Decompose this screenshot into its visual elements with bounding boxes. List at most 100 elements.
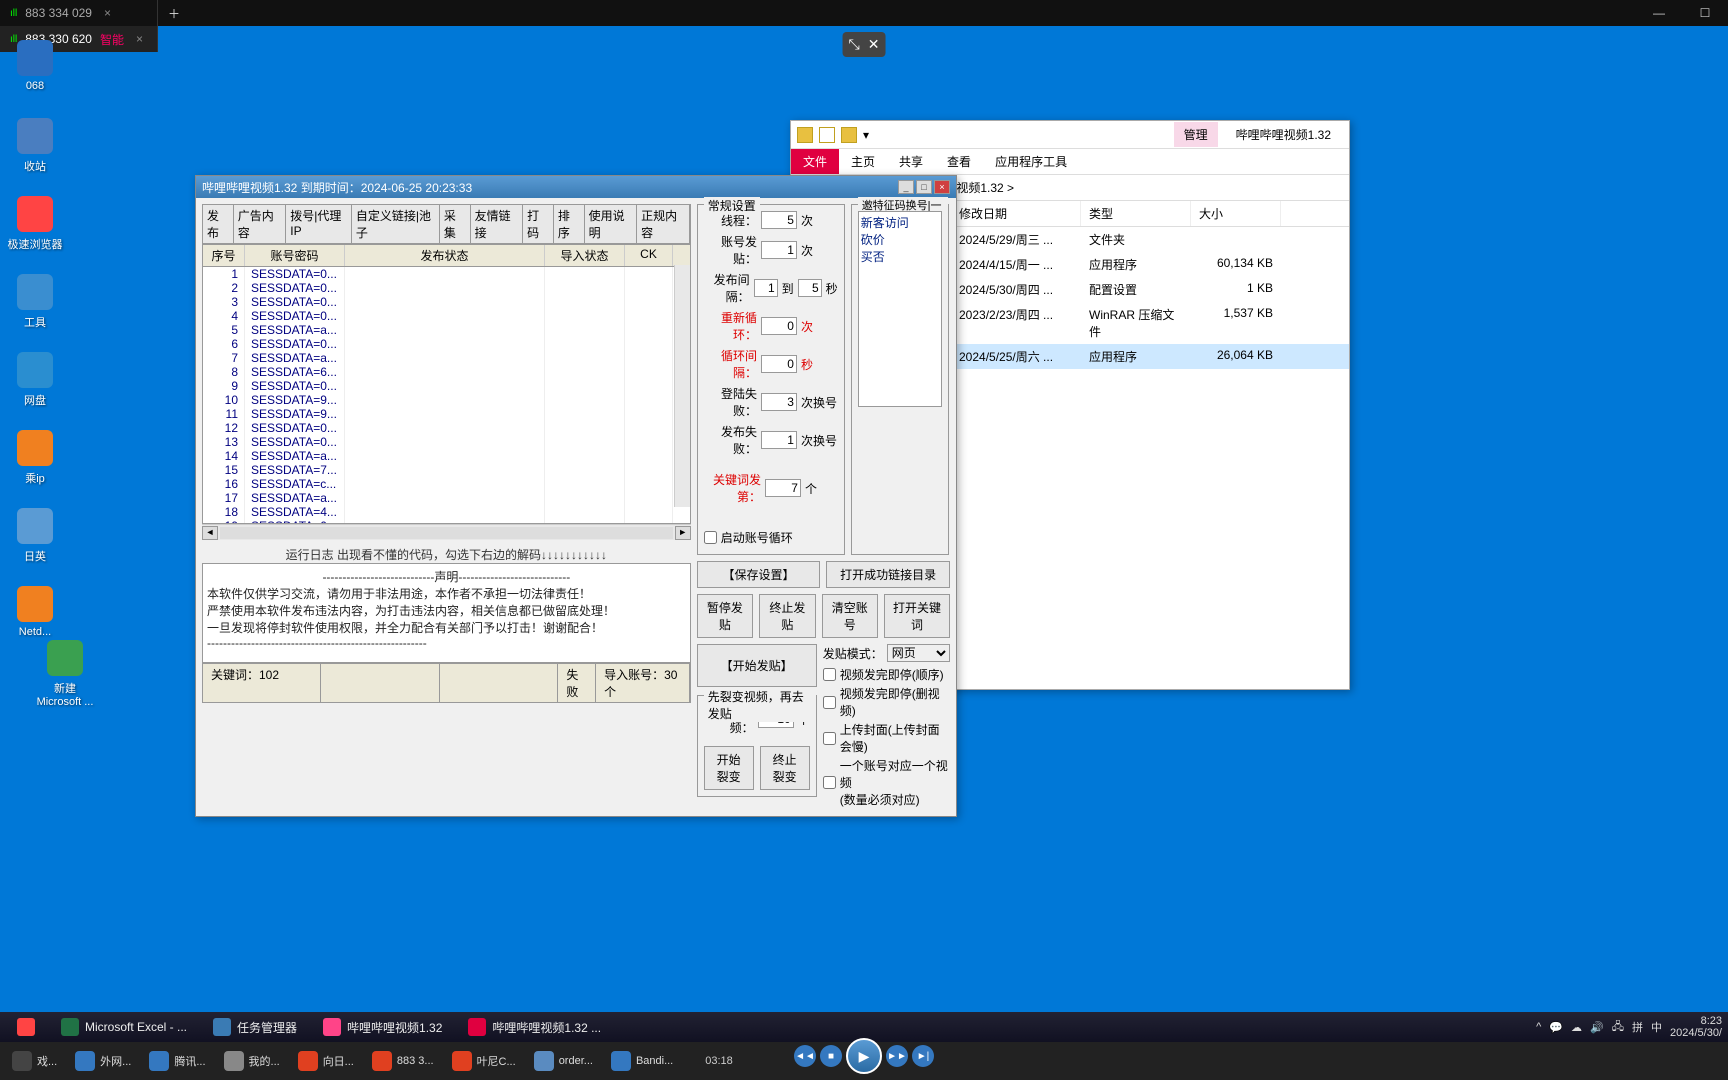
app-tab-7[interactable]: 排序 <box>554 205 585 243</box>
app-tab-3[interactable]: 自定义链接|池子 <box>352 205 440 243</box>
media-next-button[interactable]: ►► <box>886 1045 908 1067</box>
app-tab-6[interactable]: 打码 <box>523 205 554 243</box>
auto-loop-checkbox[interactable] <box>704 531 717 544</box>
minimize-icon[interactable]: _ <box>898 180 914 194</box>
tray-volume-icon[interactable]: 🔊 <box>1590 1021 1604 1034</box>
post-option-checkbox-1[interactable] <box>823 696 836 709</box>
col-type[interactable]: 类型 <box>1081 201 1191 226</box>
session-tab-1[interactable]: ıll883 334 029× <box>0 0 158 26</box>
post-option-checkbox-0[interactable] <box>823 668 836 681</box>
maximize-button[interactable]: ☐ <box>1682 0 1728 26</box>
pin-icon[interactable]: ⤡ <box>849 36 860 53</box>
grid-row[interactable]: 9SESSDATA=0... <box>203 379 690 393</box>
grid-row[interactable]: 12SESSDATA=0... <box>203 421 690 435</box>
grid-row[interactable]: 16SESSDATA=c... <box>203 477 690 491</box>
post-fail-input[interactable] <box>761 431 797 449</box>
ribbon-contextual-manage[interactable]: 管理 <box>1174 122 1218 147</box>
col-account[interactable]: 账号密码 <box>245 245 345 266</box>
desktop-icon-2[interactable]: 极速浏览器 <box>5 196 65 252</box>
login-fail-input[interactable] <box>761 393 797 411</box>
horizontal-scrollbar[interactable]: ◄ ► <box>202 524 691 540</box>
desktop-icon-3[interactable]: 工具 <box>5 274 65 330</box>
desktop-icon-6[interactable]: 日英 <box>5 508 65 564</box>
media-stop-button[interactable]: ■ <box>820 1045 842 1067</box>
col-ck[interactable]: CK <box>625 245 673 266</box>
loop-gap-input[interactable] <box>761 355 797 373</box>
close-icon[interactable]: × <box>934 180 950 194</box>
taskbar2-item-4[interactable]: 向日... <box>292 1049 360 1073</box>
taskbar-item-2[interactable]: 任务管理器 <box>202 1015 308 1039</box>
taskbar2-item-7[interactable]: order... <box>528 1049 599 1073</box>
explorer-titlebar[interactable]: ▾ 管理 哔哩哔哩视频1.32 <box>791 121 1349 149</box>
app-tab-2[interactable]: 拨号|代理IP <box>286 205 352 243</box>
taskbar-item-4[interactable]: 哔哩哔哩视频1.32 ... <box>457 1015 612 1039</box>
desktop-icon-0[interactable]: 068 <box>5 40 65 92</box>
tray-ime-icon[interactable]: 拼 <box>1632 1019 1643 1035</box>
chevron-down-icon[interactable]: ▾ <box>863 128 869 142</box>
app-tab-5[interactable]: 友情链接 <box>471 205 524 243</box>
taskbar2-item-0[interactable]: 戏... <box>6 1049 63 1073</box>
grid-row[interactable]: 5SESSDATA=a... <box>203 323 690 337</box>
tray-net-icon[interactable]: 🖧 <box>1612 1018 1624 1037</box>
post-mode-select[interactable]: 网页 <box>887 644 950 662</box>
grid-row[interactable]: 10SESSDATA=9... <box>203 393 690 407</box>
desktop-icon-1[interactable]: 收站 <box>5 118 65 174</box>
desktop-icon-5[interactable]: 乘ip <box>5 430 65 486</box>
desktop-icon-4[interactable]: 网盘 <box>5 352 65 408</box>
grid-row[interactable]: 6SESSDATA=0... <box>203 337 690 351</box>
grid-row[interactable]: 2SESSDATA=0... <box>203 281 690 295</box>
media-play-button[interactable]: ▶ <box>846 1038 882 1074</box>
kw-nth-input[interactable] <box>765 479 801 497</box>
save-settings-button[interactable]: 【保存设置】 <box>697 561 821 588</box>
tab-close-icon[interactable]: × <box>100 6 115 20</box>
grid-row[interactable]: 11SESSDATA=9... <box>203 407 690 421</box>
col-date[interactable]: 修改日期 <box>951 201 1081 226</box>
tab-close-icon[interactable]: × <box>132 32 147 46</box>
taskbar-item-3[interactable]: 哔哩哔哩视频1.32 <box>312 1015 453 1039</box>
app-tab-9[interactable]: 正规内容 <box>637 205 690 243</box>
reloop-input[interactable] <box>761 317 797 335</box>
grid-row[interactable]: 7SESSDATA=a... <box>203 351 690 365</box>
app-titlebar[interactable]: 哔哩哔哩视频1.32 到期时间：2024-06-25 20:23:33 _ □ … <box>196 176 956 198</box>
taskbar2-item-3[interactable]: 我的... <box>218 1049 286 1073</box>
desktop-icon-8[interactable]: 新建Microsoft ... <box>35 640 95 708</box>
stop-post-button[interactable]: 终止发贴 <box>759 594 815 638</box>
grid-row[interactable]: 17SESSDATA=a... <box>203 491 690 505</box>
grid-row[interactable]: 4SESSDATA=0... <box>203 309 690 323</box>
grid-row[interactable]: 3SESSDATA=0... <box>203 295 690 309</box>
app-tab-1[interactable]: 广告内容 <box>234 205 287 243</box>
post-gap-to-input[interactable] <box>798 279 822 297</box>
taskbar2-item-8[interactable]: Bandi... <box>605 1049 679 1073</box>
taskbar2-item-2[interactable]: 腾讯... <box>143 1049 211 1073</box>
pause-post-button[interactable]: 暂停发贴 <box>697 594 753 638</box>
minimize-button[interactable]: — <box>1636 0 1682 26</box>
media-end-button[interactable]: ►| <box>912 1045 934 1067</box>
maximize-icon[interactable]: □ <box>916 180 932 194</box>
stop-split-button[interactable]: 终止裂变 <box>760 746 810 790</box>
grid-row[interactable]: 14SESSDATA=a... <box>203 449 690 463</box>
post-option-checkbox-3[interactable] <box>823 776 836 789</box>
post-gap-from-input[interactable] <box>754 279 778 297</box>
taskbar-item-0[interactable] <box>6 1015 46 1039</box>
grid-row[interactable]: 13SESSDATA=0... <box>203 435 690 449</box>
taskbar2-item-6[interactable]: 叶尼C... <box>446 1049 522 1073</box>
tray-cloud-icon[interactable]: ☁ <box>1571 1021 1582 1034</box>
ribbon-tab-view[interactable]: 查看 <box>935 149 983 174</box>
app-tab-0[interactable]: 发布 <box>203 205 234 243</box>
app-tab-4[interactable]: 采集 <box>440 205 471 243</box>
col-import[interactable]: 导入状态 <box>545 245 625 266</box>
vertical-scrollbar[interactable] <box>674 265 690 507</box>
grid-row[interactable]: 18SESSDATA=4... <box>203 505 690 519</box>
start-post-button[interactable]: 【开始发贴】 <box>697 644 817 687</box>
open-keywords-button[interactable]: 打开关键词 <box>884 594 950 638</box>
grid-row[interactable]: 19SESSDATA=0... <box>203 519 690 524</box>
desktop-icon-7[interactable]: Netd... <box>5 586 65 638</box>
col-size[interactable]: 大小 <box>1191 201 1281 226</box>
ribbon-tab-home[interactable]: 主页 <box>839 149 887 174</box>
new-tab-button[interactable]: ＋ <box>158 5 190 22</box>
taskbar-item-1[interactable]: Microsoft Excel - ... <box>50 1015 198 1039</box>
media-prev-button[interactable]: ◄◄ <box>794 1045 816 1067</box>
clear-account-button[interactable]: 清空账号 <box>822 594 878 638</box>
acct-post-input[interactable] <box>761 241 797 259</box>
start-split-button[interactable]: 开始裂变 <box>704 746 754 790</box>
